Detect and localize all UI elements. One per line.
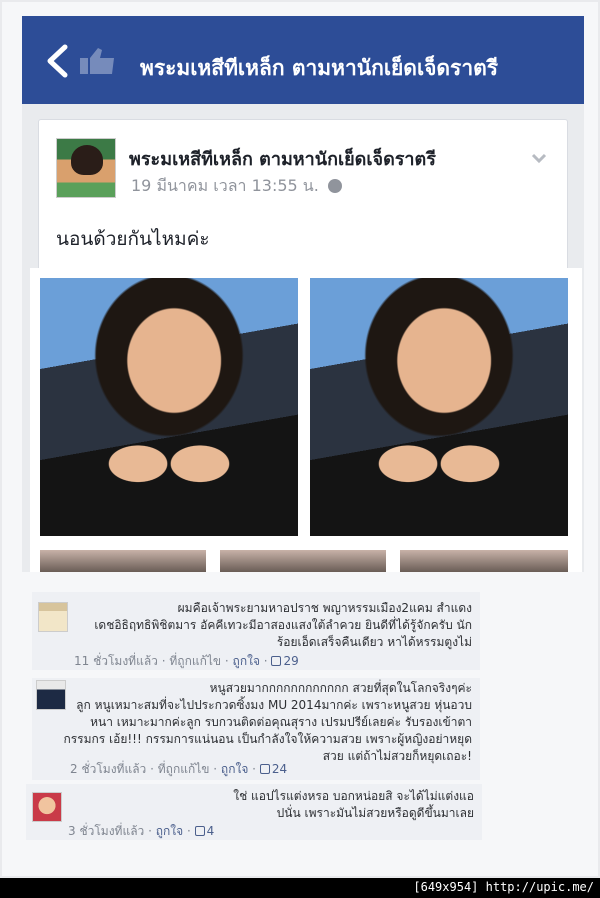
comment: ผมคือเจ้าพระยามหาอปราช พญาหรรมเมือง2แคม … (32, 592, 480, 670)
comment-line: หนูสวยมากกกกกกกกกกกก สวยที่สุดในโลกจริงๆ… (209, 681, 472, 695)
thumbs-up-icon (194, 826, 205, 836)
photo-thumbnail[interactable] (40, 550, 206, 572)
like-count[interactable]: 24 (272, 762, 287, 776)
photo-grid (30, 268, 582, 572)
comment-line: ร้อยเอ็ดเสร็จคืนเดียว หาได้หรรมตูงไม่ (276, 635, 472, 649)
commenter-avatar[interactable] (36, 680, 66, 710)
commenter-avatar[interactable] (32, 792, 62, 822)
comment-line: ผมคือเจ้าพระยามหาอปราช พญาหรรมเมือง2แคม … (177, 601, 472, 615)
comment-meta: 3 ชั่วโมงที่แล้ว · ถูกใจ · 4 (68, 824, 215, 838)
like-link[interactable]: ถูกใจ (221, 762, 248, 776)
edited-link[interactable]: ที่ถูกแก้ไข (158, 762, 210, 776)
author-avatar[interactable] (56, 138, 116, 198)
comment-text: หนูสวยมากกกกกกกกกกกก สวยที่สุดในโลกจริงๆ… (63, 680, 472, 765)
comment-time[interactable]: 11 ชั่วโมงที่แล้ว (74, 654, 158, 668)
post-photo[interactable] (40, 278, 298, 536)
comment-line: หนา เหมาะมากค่ะลูก รบกวนติดต่อคุณสุราง เ… (90, 715, 472, 729)
comment-line: กรรมกร เอ้ย!!! กรรมการแน่นอน เป็นกำลังใจ… (63, 732, 472, 746)
page-title: พระมเหสีทีเหล็ก ตามหานักเย็ดเจ็ดราตรี (140, 56, 499, 80)
post-author[interactable]: พระมเหสีทีเหล็ก ตามหานักเย็ดเจ็ดราตรี (129, 144, 436, 173)
comment-text: ใช่ แอปไรแต่งหรอ บอกหน่อยสิ จะได้ไม่แต่ง… (233, 788, 474, 822)
watermark-text: [649x954] http://upic.me/ (413, 880, 594, 894)
comment-text: ผมคือเจ้าพระยามหาอปราช พญาหรรมเมือง2แคม … (94, 600, 472, 651)
thumbs-up-icon (271, 656, 282, 666)
globe-icon (327, 179, 342, 193)
comment-time[interactable]: 2 ชั่วโมงที่แล้ว (70, 762, 146, 776)
edited-link[interactable]: ที่ถูกแก้ไข (169, 654, 221, 668)
photo-thumbnail[interactable] (400, 550, 568, 572)
commenter-avatar[interactable] (38, 602, 68, 632)
comment-meta: 11 ชั่วโมงที่แล้ว · ที่ถูกแก้ไข · ถูกใจ … (74, 654, 299, 668)
thumbs-up-icon (259, 764, 270, 774)
post-timestamp[interactable]: 19 มีนาคม เวลา 13:55 น. (131, 174, 342, 199)
facebook-post-screenshot: พระมเหสีทีเหล็ก ตามหานักเย็ดเจ็ดราตรี พร… (22, 16, 584, 572)
photo-thumbnails (30, 550, 582, 572)
comment: หนูสวยมากกกกกกกกกกกก สวยที่สุดในโลกจริงๆ… (32, 678, 480, 780)
comment-line: ปนั่น เพราะมันไม่สวยหรือดูดีขึ้นมาเลย (276, 806, 474, 820)
comment-line: ลูก หนูเหมาะสมที่จะไปประกวดซิ้งมง MU 201… (76, 698, 472, 712)
chevron-down-icon[interactable] (531, 152, 547, 164)
image-frame: พระมเหสีทีเหล็ก ตามหานักเย็ดเจ็ดราตรี พร… (0, 0, 600, 878)
watermark-bar: [649x954] http://upic.me/ (0, 878, 600, 898)
photo-thumbnail[interactable] (220, 550, 386, 572)
comment-meta: 2 ชั่วโมงที่แล้ว · ที่ถูกแก้ไข · ถูกใจ ·… (70, 762, 288, 776)
like-count[interactable]: 4 (207, 824, 215, 838)
post-timestamp-text: 19 มีนาคม เวลา 13:55 น. (131, 176, 319, 195)
like-icon (80, 48, 114, 74)
back-arrow-icon[interactable] (44, 44, 70, 78)
app-header: พระมเหสีทีเหล็ก ตามหานักเย็ดเจ็ดราตรี (22, 16, 584, 104)
comment-line: ใช่ แอปไรแต่งหรอ บอกหน่อยสิ จะได้ไม่แต่ง… (233, 789, 474, 803)
post-text: นอนด้วยกันไหมค่ะ (56, 228, 210, 250)
like-count[interactable]: 29 (283, 654, 298, 668)
like-link[interactable]: ถูกใจ (233, 654, 260, 668)
like-link[interactable]: ถูกใจ (156, 824, 183, 838)
comment: ใช่ แอปไรแต่งหรอ บอกหน่อยสิ จะได้ไม่แต่ง… (26, 784, 482, 840)
comment-line: เดชอิธิฤทธิพิชิตมาร อัคคีเทวะมีอาสองแสงใ… (94, 618, 472, 632)
post-photo[interactable] (310, 278, 568, 536)
comment-time[interactable]: 3 ชั่วโมงที่แล้ว (68, 824, 144, 838)
